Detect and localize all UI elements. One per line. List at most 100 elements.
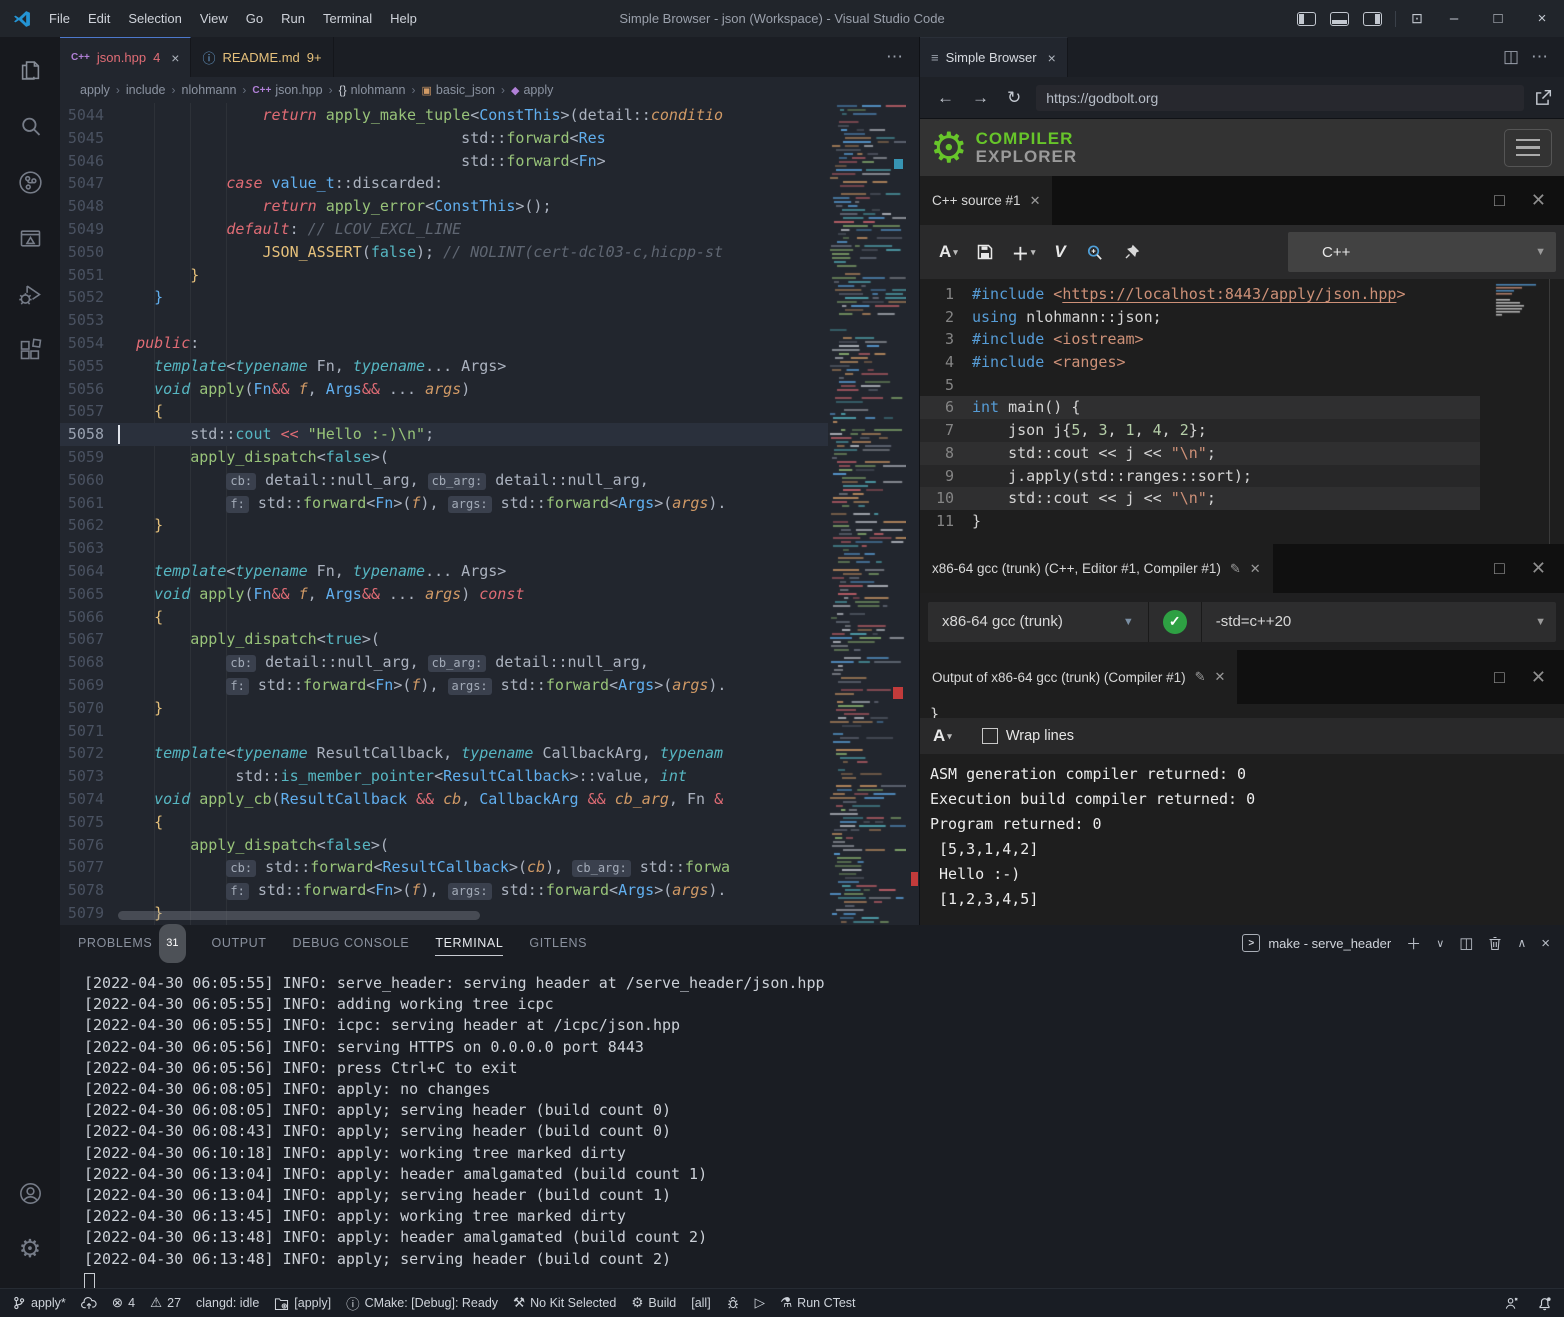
close-panel-icon[interactable]: ×: [1541, 935, 1550, 952]
minimize-button[interactable]: –: [1432, 0, 1476, 37]
live-preview-icon[interactable]: [6, 215, 54, 261]
ce-scrollbar[interactable]: [1549, 279, 1550, 544]
maximize-panel-icon[interactable]: ∧: [1517, 936, 1526, 950]
status-item-apply[interactable]: [apply]: [274, 1296, 331, 1310]
url-input[interactable]: [1036, 85, 1524, 111]
menu-help[interactable]: Help: [381, 0, 426, 37]
source-pane-tab[interactable]: C++ source #1 ✕: [920, 176, 1052, 225]
toggle-panel-icon[interactable]: [1330, 12, 1349, 26]
maximize-pane-icon[interactable]: □: [1494, 667, 1505, 688]
save-icon[interactable]: [977, 244, 993, 260]
source-control-icon[interactable]: [6, 159, 54, 205]
terminal-selector[interactable]: > make - serve_header: [1242, 934, 1391, 952]
split-terminal-icon[interactable]: ◫: [1459, 934, 1473, 952]
chevron-down-icon[interactable]: ▼: [1123, 616, 1134, 628]
compiler-pane-tab[interactable]: x86-64 gcc (trunk) (C++, Editor #1, Comp…: [920, 544, 1273, 593]
menu-selection[interactable]: Selection: [119, 0, 190, 37]
menu-file[interactable]: File: [40, 0, 79, 37]
edit-title-icon[interactable]: ✎: [1230, 561, 1241, 577]
font-size-icon[interactable]: A▾: [933, 726, 952, 746]
status-item-no-kit-selected[interactable]: ⚒No Kit Selected: [513, 1295, 616, 1311]
explorer-icon[interactable]: [6, 47, 54, 93]
maximize-pane-icon[interactable]: □: [1494, 558, 1505, 579]
account-icon[interactable]: [6, 1170, 54, 1216]
terminal-dropdown-icon[interactable]: ∨: [1436, 937, 1444, 950]
panel-tab-debug-console[interactable]: DEBUG CONSOLE: [293, 925, 410, 961]
kill-terminal-icon[interactable]: [1488, 936, 1502, 951]
extensions-icon[interactable]: [6, 327, 54, 373]
tab-json-hpp[interactable]: C++ json.hpp 4 ×: [60, 37, 191, 77]
edit-title-icon[interactable]: ✎: [1195, 669, 1206, 685]
toggle-sidebar-right-icon[interactable]: [1363, 12, 1382, 26]
compiler-options-input[interactable]: -std=c++20: [1216, 613, 1291, 630]
terminal-output[interactable]: [2022-04-30 06:05:55] INFO: serve_header…: [84, 973, 825, 1293]
menu-run[interactable]: Run: [272, 0, 314, 37]
editor-actions-more-icon[interactable]: ⋯: [1531, 37, 1564, 77]
panel-tab-problems[interactable]: PROBLEMS31: [78, 925, 186, 961]
close-tab-icon[interactable]: ×: [171, 50, 179, 66]
minimap[interactable]: [828, 103, 906, 925]
zoom-search-icon[interactable]: [1085, 243, 1104, 262]
panel-tab-terminal[interactable]: TERMINAL: [435, 925, 503, 961]
status-item[interactable]: [1504, 1296, 1519, 1310]
wrap-lines-checkbox[interactable]: [982, 728, 998, 744]
breadcrumb-item[interactable]: apply: [80, 83, 110, 97]
pin-icon[interactable]: [1123, 243, 1141, 261]
vim-mode-icon[interactable]: V: [1054, 242, 1065, 262]
status-item[interactable]: [1537, 1296, 1552, 1311]
forward-icon[interactable]: →: [963, 88, 998, 108]
back-icon[interactable]: ←: [928, 88, 963, 108]
editor-scrollbar[interactable]: [906, 103, 920, 925]
settings-gear-icon[interactable]: ⚙: [6, 1226, 54, 1272]
status-item-all[interactable]: [all]: [691, 1296, 710, 1310]
breadcrumb-item[interactable]: ◆apply: [511, 83, 553, 97]
customize-layout-icon[interactable]: ⊡: [1402, 0, 1432, 37]
status-item[interactable]: [726, 1296, 740, 1310]
close-pane-icon[interactable]: ✕: [1215, 669, 1226, 685]
split-editor-icon[interactable]: ◫: [1503, 37, 1531, 77]
output-pane-tab[interactable]: Output of x86-64 gcc (trunk) (Compiler #…: [920, 650, 1237, 704]
close-pane-icon[interactable]: ✕: [1531, 190, 1546, 211]
code-editor[interactable]: 5044 return apply_make_tuple<ConstThis>(…: [60, 103, 920, 925]
status-item[interactable]: [81, 1297, 97, 1310]
reload-icon[interactable]: ↻: [998, 88, 1030, 108]
hamburger-menu-icon[interactable]: [1504, 129, 1552, 167]
run-debug-icon[interactable]: [6, 271, 54, 317]
close-window-button[interactable]: ×: [1520, 0, 1564, 37]
open-external-icon[interactable]: [1534, 89, 1552, 107]
maximize-button[interactable]: □: [1476, 0, 1520, 37]
menu-view[interactable]: View: [191, 0, 237, 37]
font-size-icon[interactable]: A▾: [939, 242, 958, 262]
tab-readme-md[interactable]: ⓘ README.md 9+: [191, 37, 333, 77]
menu-edit[interactable]: Edit: [79, 0, 119, 37]
close-tab-icon[interactable]: ×: [1048, 50, 1056, 66]
new-terminal-icon[interactable]: ＋: [1406, 933, 1421, 954]
language-select[interactable]: C++ ▼: [1288, 232, 1556, 272]
status-item-run-ctest[interactable]: ⚗Run CTest: [780, 1295, 855, 1311]
status-item[interactable]: ▷: [755, 1295, 765, 1311]
status-item-apply[interactable]: apply*: [12, 1296, 66, 1310]
menu-terminal[interactable]: Terminal: [314, 0, 381, 37]
tab-simple-browser[interactable]: ≡ Simple Browser ×: [920, 37, 1068, 77]
horizontal-scrollbar[interactable]: [118, 911, 480, 920]
maximize-pane-icon[interactable]: □: [1494, 190, 1505, 211]
breadcrumb-item[interactable]: nlohmann: [182, 83, 237, 97]
breadcrumb-item[interactable]: C++json.hpp: [252, 83, 322, 97]
panel-tab-output[interactable]: OUTPUT: [212, 925, 267, 961]
status-item-clangd-idle[interactable]: clangd: idle: [196, 1296, 259, 1310]
status-item-27[interactable]: ⚠27: [150, 1295, 181, 1311]
breadcrumb-item[interactable]: include: [126, 83, 166, 97]
toggle-sidebar-left-icon[interactable]: [1297, 12, 1316, 26]
breadcrumb-item[interactable]: ▣basic_json: [422, 83, 495, 97]
close-pane-icon[interactable]: ✕: [1531, 558, 1546, 579]
status-item-build[interactable]: ⚙Build: [631, 1295, 676, 1311]
status-item-4[interactable]: ⊗4: [112, 1295, 135, 1311]
compiler-select[interactable]: x86-64 gcc (trunk): [942, 613, 1063, 630]
search-icon[interactable]: [6, 103, 54, 149]
chevron-down-icon[interactable]: ▼: [1535, 616, 1546, 628]
close-pane-icon[interactable]: ✕: [1250, 561, 1261, 577]
status-item-cmake-debug-ready[interactable]: ⓘCMake: [Debug]: Ready: [346, 1293, 498, 1313]
add-pane-icon[interactable]: ＋▾: [1012, 240, 1036, 265]
editor-actions-more-icon[interactable]: ⋯: [886, 37, 919, 77]
menu-go[interactable]: Go: [237, 0, 272, 37]
